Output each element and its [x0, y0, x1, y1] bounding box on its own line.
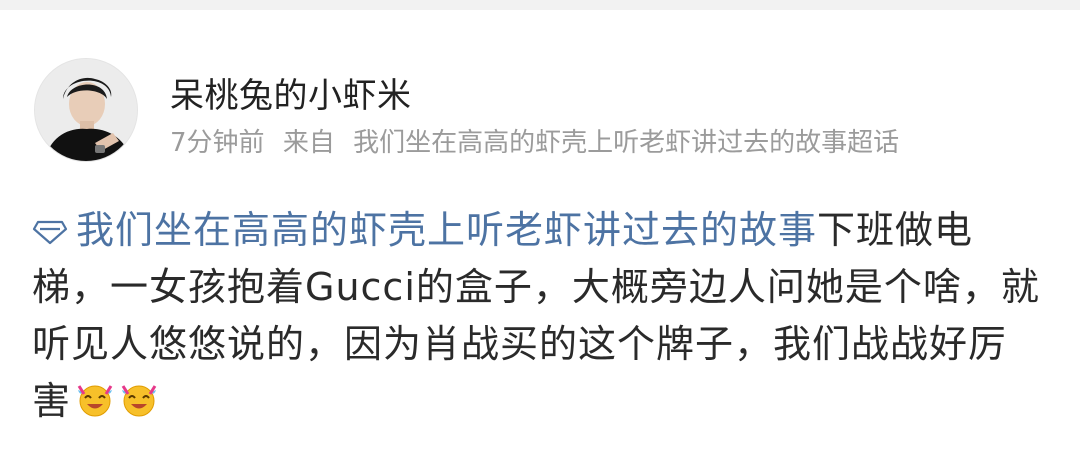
post-meta: 7分钟前 来自 我们坐在高高的虾壳上听老虾讲过去的故事超话 — [170, 122, 909, 159]
avatar[interactable] — [34, 58, 138, 162]
laugh-cry-emoji — [77, 385, 113, 417]
post-content: 我们坐在高高的虾壳上听老虾讲过去的故事下班做电梯，一女孩抱着Gucci的盒子，大… — [32, 202, 1044, 430]
source-prefix: 来自 — [282, 128, 335, 158]
top-divider — [0, 0, 1080, 10]
post-time: 7分钟前 — [170, 128, 265, 158]
weibo-post-card: 呆桃兔的小虾米 7分钟前 来自 我们坐在高高的虾壳上听老虾讲过去的故事超话 我们… — [0, 10, 1080, 458]
laugh-cry-emoji — [121, 385, 157, 417]
topic-link[interactable]: 我们坐在高高的虾壳上听老虾讲过去的故事 — [32, 208, 817, 252]
source-link[interactable]: 我们坐在高高的虾壳上听老虾讲过去的故事超话 — [353, 128, 899, 158]
diamond-link-icon — [32, 220, 68, 245]
avatar-image — [35, 59, 137, 161]
author-name[interactable]: 呆桃兔的小虾米 — [170, 68, 412, 117]
topic-text[interactable]: 我们坐在高高的虾壳上听老虾讲过去的故事 — [76, 208, 817, 252]
